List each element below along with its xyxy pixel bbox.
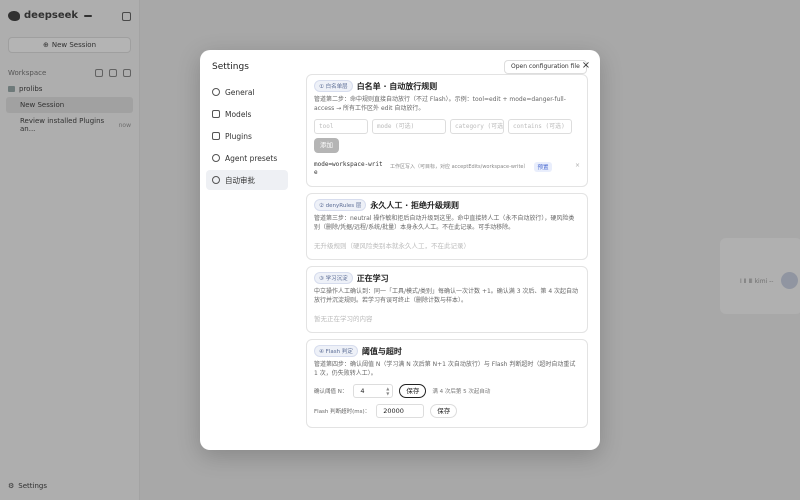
- rule-note: 工作区写入（可目标，对应 acceptEdits/workspace-write…: [390, 164, 529, 170]
- section-title: 正在学习: [356, 273, 389, 283]
- nav-item-models[interactable]: Models: [206, 104, 288, 124]
- settings-nav: General Models Plugins Agent presets 自动审…: [206, 82, 288, 192]
- delete-rule-icon[interactable]: ×: [575, 162, 580, 169]
- deny-rules-card: ② denyRules 层 永久人工 · 拒绝升级规则 管道第三步：neutra…: [306, 193, 588, 260]
- threshold-input[interactable]: 4 ▲ ▼: [353, 384, 394, 398]
- add-rule-button[interactable]: 添加: [314, 138, 339, 153]
- threshold-label: 确认阈值 N：: [314, 389, 348, 395]
- section-tag: ① 白名单层: [314, 80, 353, 92]
- section-desc: 管道第二步：命中规则直接自动放行（不过 Flash）。示例：tool=edit …: [314, 96, 566, 112]
- section-title: 阈值与超时: [361, 346, 402, 356]
- timeout-label: Flash 判断超时(ms)：: [314, 409, 371, 415]
- timeout-row: Flash 判断超时(ms)： 20000 保存: [314, 404, 580, 418]
- shield-icon: [212, 176, 220, 184]
- nav-item-auto-approve[interactable]: 自动审批: [206, 170, 288, 190]
- gear-icon: [212, 88, 220, 96]
- category-input[interactable]: category (可选): [450, 119, 504, 134]
- nav-item-general[interactable]: General: [206, 82, 288, 102]
- rule-row: mode=workspace-write 工作区写入（可目标，对应 accept…: [314, 161, 580, 177]
- cube-icon: [212, 110, 220, 118]
- tool-input[interactable]: tool: [314, 119, 368, 134]
- stepper-icon[interactable]: ▲ ▼: [386, 386, 389, 396]
- nav-item-label: Plugins: [225, 131, 252, 141]
- rule-code: mode=workspace-write: [314, 161, 383, 176]
- threshold-row: 确认阈值 N： 4 ▲ ▼ 保存 满 4 次后第 5 次起自动: [314, 384, 580, 398]
- section-title: 永久人工 · 拒绝升级规则: [370, 200, 459, 210]
- empty-state: 暂无正在学习的内容: [314, 315, 373, 323]
- timeout-input[interactable]: 20000: [376, 404, 425, 418]
- mode-input[interactable]: mode (可选): [372, 119, 446, 134]
- section-tag: ② denyRules 层: [314, 199, 367, 211]
- nav-item-label: General: [225, 87, 255, 97]
- allow-rules-card: ① 白名单层 白名单 · 自动放行规则 管道第二步：命中规则直接自动放行（不过 …: [306, 74, 588, 187]
- section-desc: 管道第三步：neutral 操作敏和拒后自动升级到这里。命中直接转人工（永不自动…: [314, 215, 575, 231]
- learning-card: ③ 学习沉淀 正在学习 中立操作人工确认到：同一「工具/模式/类别」每确认一次计…: [306, 266, 588, 333]
- threshold-value: 4: [360, 387, 365, 395]
- agents-icon: [212, 154, 220, 162]
- nav-item-plugins[interactable]: Plugins: [206, 126, 288, 146]
- nav-item-label: Agent presets: [225, 153, 278, 163]
- section-desc: 中立操作人工确认到：同一「工具/模式/类别」每确认一次计数 +1。确认满 3 次…: [314, 288, 579, 304]
- nav-item-label: Models: [225, 109, 252, 119]
- empty-state: 无升级规则（硬风险类别本就永久人工，不在此记录）: [314, 242, 470, 250]
- settings-content: ① 白名单层 白名单 · 自动放行规则 管道第二步：命中规则直接自动放行（不过 …: [306, 70, 588, 450]
- modal-title: Settings: [212, 62, 249, 72]
- save-threshold-button[interactable]: 保存: [399, 384, 427, 398]
- section-title: 白名单 · 自动放行规则: [356, 81, 438, 91]
- contains-input[interactable]: contains (可选): [508, 119, 572, 134]
- section-tag: ④ Flash 判定: [314, 345, 358, 357]
- save-timeout-button[interactable]: 保存: [430, 404, 458, 418]
- section-desc: 管道第四步：确认阈值 N（学习满 N 次后第 N+1 次自动放行）与 Flash…: [314, 361, 576, 377]
- threshold-hint: 满 4 次后第 5 次起自动: [432, 389, 491, 395]
- flash-threshold-card: ④ Flash 判定 阈值与超时 管道第四步：确认阈值 N（学习满 N 次后第 …: [306, 339, 588, 428]
- nav-item-label: 自动审批: [225, 175, 255, 185]
- sliders-icon: [212, 132, 220, 140]
- nav-item-agent-presets[interactable]: Agent presets: [206, 148, 288, 168]
- preset-badge: 预置: [534, 162, 552, 172]
- settings-modal: Settings Open configuration file × Gener…: [200, 50, 600, 450]
- section-tag: ③ 学习沉淀: [314, 272, 353, 284]
